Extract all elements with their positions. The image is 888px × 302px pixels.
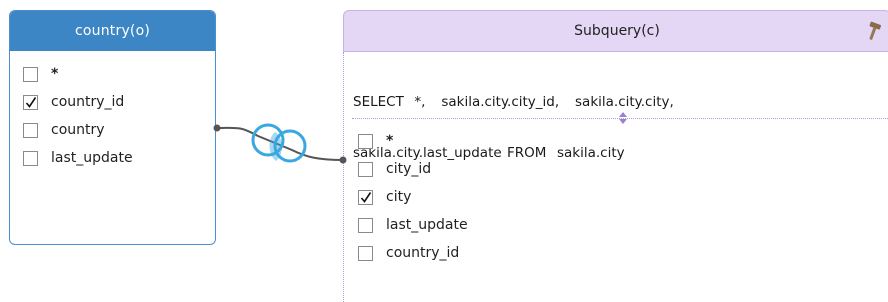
column-row-city[interactable]: city [358, 187, 411, 207]
column-row-star[interactable]: * [23, 64, 58, 84]
column-row-country[interactable]: country [23, 120, 105, 140]
table-subquery-body: SELECT *, sakila.city.city_id, sakila.ci… [343, 52, 888, 302]
table-subquery-header[interactable]: Subquery(c) [343, 10, 888, 52]
column-label: city_id [386, 161, 432, 177]
hammer-icon[interactable] [862, 20, 884, 42]
table-country-title: country(o) [74, 23, 151, 39]
column-checkbox[interactable] [358, 161, 373, 177]
column-row-last-update[interactable]: last_update [23, 148, 133, 168]
column-label: * [386, 133, 394, 149]
resize-handle-icon[interactable] [616, 110, 630, 126]
table-country-header[interactable]: country(o) [10, 11, 215, 51]
table-subquery[interactable]: Subquery(c) SELECT *, sakila.city.city_i… [343, 10, 888, 302]
column-label: country_id [51, 94, 125, 110]
column-row-country-id[interactable]: country_id [23, 92, 124, 112]
query-designer-canvas: country(o) * country_id country last_upd… [0, 0, 888, 302]
column-row-star[interactable]: * [358, 131, 393, 151]
column-row-country-id[interactable]: country_id [358, 243, 459, 263]
table-country[interactable]: country(o) * country_id country last_upd… [9, 10, 216, 245]
join-endpoint-left[interactable] [213, 124, 221, 132]
table-subquery-title: Subquery(c) [574, 23, 660, 39]
column-checkbox[interactable] [23, 150, 38, 166]
column-checkbox[interactable] [23, 122, 38, 138]
sql-line: SELECT *, sakila.city.city_id, sakila.ci… [353, 94, 674, 110]
column-checkbox[interactable] [23, 66, 38, 82]
column-label: last_update [51, 150, 133, 166]
column-label: city [386, 189, 412, 205]
column-label: * [51, 66, 59, 82]
checkmark-icon [360, 191, 372, 203]
join-endpoint-right[interactable] [339, 156, 347, 164]
inner-join-venn-icon[interactable] [251, 123, 307, 163]
column-checkbox-checked[interactable] [358, 189, 373, 205]
column-checkbox-checked[interactable] [23, 94, 38, 110]
column-checkbox[interactable] [358, 217, 373, 233]
column-checkbox[interactable] [358, 133, 373, 149]
checkmark-icon [25, 96, 37, 108]
column-checkbox[interactable] [358, 245, 373, 261]
column-row-city-id[interactable]: city_id [358, 159, 431, 179]
column-row-last-update[interactable]: last_update [358, 215, 468, 235]
column-label: country_id [386, 245, 460, 261]
column-label: country [51, 122, 105, 138]
column-label: last_update [386, 217, 468, 233]
